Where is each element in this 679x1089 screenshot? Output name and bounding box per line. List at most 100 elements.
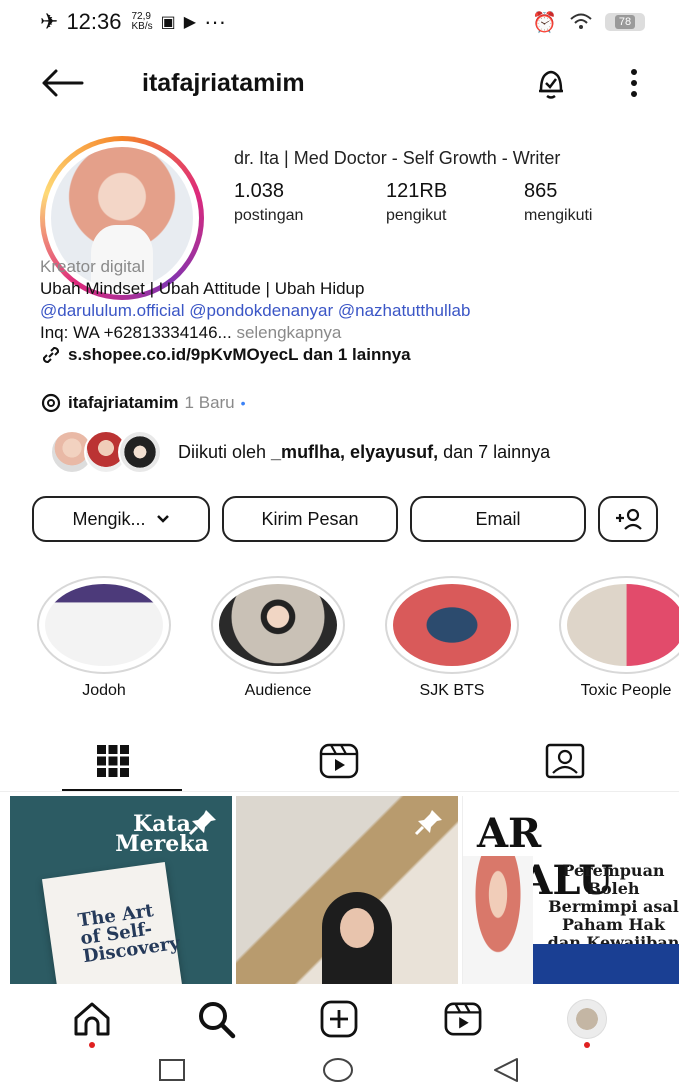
highlight-ring (211, 576, 345, 674)
status-time: 12:36 (66, 9, 122, 34)
post-photo-woman (463, 856, 533, 984)
bio-mentions[interactable]: @darululum.official @pondokdenanyar @naz… (40, 300, 660, 322)
battery-indicator: 78 (605, 13, 645, 31)
inquiry-text: Inq: WA +62813334146... (40, 323, 232, 342)
suggest-users-button[interactable] (598, 496, 658, 542)
threads-badge[interactable]: itafajriatamim 1 Baru • (40, 392, 246, 414)
link-icon (42, 346, 60, 364)
home-system-button[interactable] (322, 1056, 354, 1089)
more-options-button[interactable] (629, 68, 639, 98)
highlight-ring (37, 576, 171, 674)
mutual-suffix: dan 7 lainnya (438, 441, 551, 462)
highlight-cover (45, 584, 163, 666)
bio-inquiry: Inq: WA +62813334146... selengkapnya (40, 322, 660, 344)
see-more-link[interactable]: selengkapnya (232, 323, 341, 342)
nav-reels[interactable] (438, 994, 488, 1044)
add-person-icon (616, 508, 642, 530)
threads-new-count: 1 Baru (184, 393, 235, 412)
stat-following[interactable]: 865 mengikuti (524, 180, 592, 225)
book-title: The Art of Self-Discovery (76, 900, 182, 968)
message-label: Kirim Pesan (261, 508, 359, 529)
post-thumbnail[interactable] (236, 796, 458, 984)
stat-number: 1.038 (234, 180, 285, 202)
page-title: itafajriatamim (142, 68, 305, 97)
stat-label: mengikuti (524, 207, 593, 224)
highlight-cover (567, 584, 679, 666)
mutual-avatar (118, 430, 162, 474)
speed-unit: KB/s (131, 21, 153, 32)
message-button[interactable]: Kirim Pesan (222, 496, 398, 542)
tagged-person-icon (545, 743, 585, 778)
back-system-button[interactable] (491, 1057, 521, 1088)
highlight-sjk-bts[interactable]: SJK BTS (376, 576, 528, 700)
highlight-cover (393, 584, 511, 666)
circle-icon (323, 1058, 354, 1082)
link-text: s.shopee.co.id/9pKvMOyecL dan 1 lainnya (68, 345, 411, 364)
status-bar: ✈ 12:36 72,9 KB/s ▣ ▶ ··· ⏰ 78 (0, 0, 679, 44)
threads-handle: itafajriatamim (68, 393, 179, 412)
bottom-navigation (0, 988, 679, 1050)
wifi-icon (570, 13, 592, 29)
tab-tagged[interactable] (452, 730, 678, 791)
highlight-audience[interactable]: Audience (202, 576, 354, 700)
airplane-icon: ✈ (40, 9, 59, 34)
highlight-toxic-people[interactable]: Toxic People (550, 576, 679, 700)
alarm-icon: ⏰ (532, 11, 557, 34)
reels-icon (319, 743, 359, 778)
highlight-label: Toxic People (580, 682, 672, 699)
battery-level: 78 (614, 15, 636, 29)
bio-category: Kreator digital (40, 257, 145, 276)
bio-tagline: Ubah Mindset | Ubah Attitude | Ubah Hidu… (40, 279, 365, 298)
highlight-ring (559, 576, 679, 674)
threads-icon (41, 393, 61, 413)
highlight-label: SJK BTS (419, 682, 485, 699)
pin-icon (188, 810, 216, 836)
more-notifications: ··· (204, 9, 227, 34)
triangle-back-icon (493, 1058, 518, 1082)
highlight-jodoh[interactable]: Jodoh (28, 576, 180, 700)
posts-grid: Kata Mereka The Art of Self-Discovery AR… (10, 796, 679, 984)
post-photo-face (340, 908, 374, 948)
avatar (567, 999, 608, 1039)
status-left: ✈ 12:36 72,9 KB/s ▣ ▶ ··· (40, 9, 226, 35)
nav-search[interactable] (191, 994, 241, 1044)
profile-stats: 1.038 postingan 121RB pengikut 865 mengi… (234, 180, 592, 225)
newspaper-banner (533, 944, 679, 984)
tab-posts-grid[interactable] (0, 730, 226, 791)
stat-number: 121RB (386, 180, 448, 202)
display-name: dr. Ita | Med Doctor - Self Growth - Wri… (234, 148, 561, 168)
highlight-label: Jodoh (82, 682, 126, 699)
post-thumbnail[interactable]: AR MALU Perempuan Boleh Bermimpi asal Pa… (462, 796, 679, 984)
grid-icon (97, 744, 129, 777)
highlight-ring (385, 576, 519, 674)
network-speed: 72,9 KB/s (132, 12, 153, 32)
stat-followers[interactable]: 121RB pengikut (386, 180, 524, 225)
voicemail-icon: ▣ (160, 14, 176, 31)
highlight-cover (219, 584, 337, 666)
following-dropdown-button[interactable]: Mengik... (32, 496, 210, 542)
highlight-label: Audience (244, 682, 312, 699)
mutual-names: _muflha, elyayusuf, (271, 441, 439, 462)
stat-number: 865 (524, 180, 558, 202)
status-right: ⏰ 78 (532, 10, 645, 35)
book-cover: The Art of Self-Discovery (41, 861, 183, 984)
nav-home[interactable] (67, 994, 117, 1048)
post-thumbnail[interactable]: Kata Mereka The Art of Self-Discovery (10, 796, 232, 984)
stat-posts[interactable]: 1.038 postingan (234, 180, 386, 225)
home-icon (74, 1002, 110, 1036)
bio-link[interactable]: s.shopee.co.id/9pKvMOyecL dan 1 lainnya (40, 344, 660, 366)
profile-actions: Mengik... Kirim Pesan Email (32, 496, 658, 542)
tab-reels[interactable] (226, 730, 452, 791)
recent-apps-button[interactable] (158, 1058, 186, 1087)
square-icon (159, 1059, 186, 1081)
nav-create[interactable] (314, 994, 364, 1044)
story-highlights: Jodoh Audience SJK BTS Toxic People (28, 576, 679, 700)
nav-profile[interactable] (562, 994, 612, 1048)
newspaper-subheadline: Perempuan Boleh Bermimpi asal Paham Hak … (547, 861, 679, 952)
notifications-button[interactable] (533, 65, 569, 101)
email-label: Email (475, 508, 521, 529)
mutual-followers[interactable]: Diikuti oleh _muflha, elyayusuf, dan 7 l… (50, 430, 550, 474)
back-button[interactable] (40, 63, 84, 103)
email-button[interactable]: Email (410, 496, 586, 542)
threads-new-dot: • (240, 395, 246, 411)
